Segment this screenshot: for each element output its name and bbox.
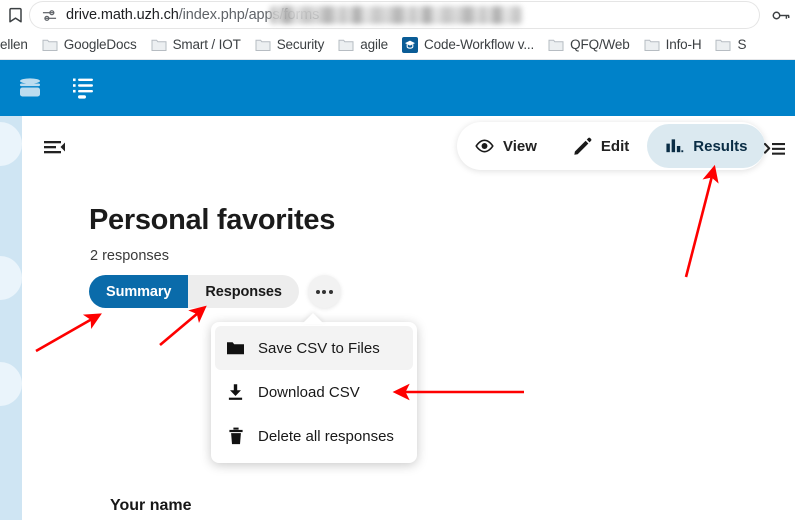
tab-results[interactable]: Results [647,124,766,168]
bookmark-item[interactable]: S [708,33,753,57]
menu-item-download-csv[interactable]: Download CSV [215,370,413,414]
ellipsis-dot-icon [322,289,327,294]
bookmark-label: Info-H [665,37,702,52]
menu-caret [302,313,324,324]
bookmark-item[interactable]: QFQ/Web [541,33,636,57]
bookmark-label: S [737,37,747,52]
graduation-cap-favicon-icon [402,36,419,53]
bookmark-icon[interactable] [0,0,30,30]
folder-icon [255,38,271,52]
nextcloud-logo-icon[interactable] [0,60,60,116]
site-controls-icon[interactable] [38,4,60,26]
folder-icon [644,38,660,52]
screenshot-root: drive.math.uzh.ch/index.php/apps/forms e… [0,0,795,520]
bookmark-item[interactable]: Smart / IOT [144,33,248,57]
tab-edit[interactable]: Edit [555,124,647,168]
menu-item-label: Delete all responses [258,427,394,445]
menu-item-label: Save CSV to Files [258,339,380,357]
bookmark-label: ellen [0,37,28,52]
url-bar-row: drive.math.uzh.ch/index.php/apps/forms [0,0,795,30]
question-title: Your name [110,497,192,514]
tab-summary[interactable]: Summary [89,275,189,308]
folder-icon [151,38,167,52]
bookmark-label: agile [360,37,389,52]
trash-icon [226,427,245,446]
tab-group: Summary Responses [89,275,299,308]
app-bubble [0,256,22,300]
bookmark-label: Security [276,37,325,52]
results-tabs: Summary Responses [89,275,341,308]
bar-chart-icon [665,137,684,156]
actions-menu: Save CSV to Files Download CSV Delete al… [211,322,417,463]
menu-item-label: Download CSV [258,383,360,401]
folder-icon [715,38,731,52]
bookmark-label: Code-Workflow v... [424,37,535,52]
tab-edit-label: Edit [600,137,630,155]
tab-view[interactable]: View [457,124,555,168]
ellipsis-dot-icon [315,289,320,294]
app-bubble [0,362,22,406]
left-app-strip [0,116,22,520]
bookmark-item[interactable]: Info-H [637,33,709,57]
bookmark-item[interactable]: agile [331,33,395,57]
bookmark-item[interactable]: Security [248,33,332,57]
tab-results-label: Results [693,137,748,155]
app-bubble [0,122,22,166]
browser-chrome: drive.math.uzh.ch/index.php/apps/forms e… [0,0,795,60]
folder-icon [548,38,564,52]
collapse-navigation-icon[interactable] [40,132,70,162]
eye-icon [475,137,494,156]
key-icon[interactable] [767,0,795,30]
url-redacted-blur [270,6,522,24]
open-sidebar-icon[interactable] [762,136,788,162]
folder-icon [226,339,245,358]
bookmark-item[interactable]: GoogleDocs [35,33,144,57]
forms-app-icon[interactable] [60,60,106,116]
bookmark-item[interactable]: Code-Workflow v... [395,33,541,57]
pencil-icon [573,137,592,156]
folder-icon [338,38,354,52]
tab-responses[interactable]: Responses [188,275,299,308]
folder-icon [42,38,58,52]
page-title: Personal favorites [89,204,336,236]
bookmark-label: QFQ/Web [570,37,630,52]
menu-item-delete-all-responses[interactable]: Delete all responses [215,414,413,458]
ellipsis-dot-icon [328,289,333,294]
bookmark-item[interactable]: ellen [0,33,35,57]
app-header [0,60,795,116]
download-icon [226,383,245,402]
tab-view-label: View [503,137,537,155]
url-input[interactable]: drive.math.uzh.ch/index.php/apps/forms [30,2,759,28]
bookmark-label: GoogleDocs [63,37,137,52]
bookmark-label: Smart / IOT [172,37,241,52]
more-actions-button[interactable] [307,275,341,308]
menu-item-save-csv-to-files[interactable]: Save CSV to Files [215,326,413,370]
response-count: 2 responses [90,248,169,264]
bookmarks-bar: ellen GoogleDocs Smart / IOT Security ag… [0,30,795,60]
mode-switch: View Edit Results [457,122,766,170]
